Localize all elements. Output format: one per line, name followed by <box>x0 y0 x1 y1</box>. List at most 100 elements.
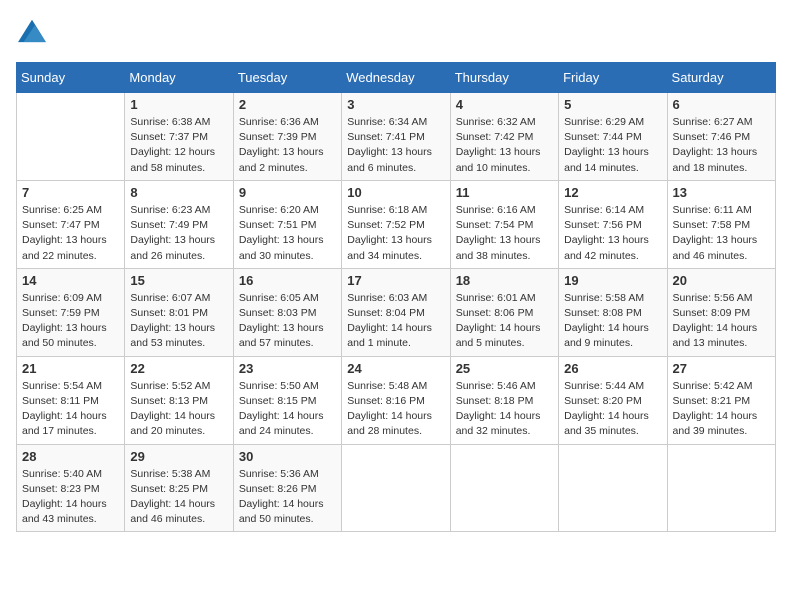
day-number: 14 <box>22 273 119 288</box>
calendar-cell: 7 Sunrise: 6:25 AMSunset: 7:47 PMDaylight… <box>17 180 125 268</box>
day-info: Sunrise: 6:34 AMSunset: 7:41 PMDaylight:… <box>347 115 444 176</box>
calendar-cell: 29 Sunrise: 5:38 AMSunset: 8:25 PMDayligh… <box>125 444 233 532</box>
calendar-cell: 17 Sunrise: 6:03 AMSunset: 8:04 PMDayligh… <box>342 268 450 356</box>
day-info: Sunrise: 6:14 AMSunset: 7:56 PMDaylight:… <box>564 203 661 264</box>
day-number: 27 <box>673 361 770 376</box>
calendar-cell: 18Sunrise: 6:01 AMSunset: 8:06 PMDayligh… <box>450 268 558 356</box>
calendar-cell: 5 Sunrise: 6:29 AMSunset: 7:44 PMDaylight… <box>559 93 667 181</box>
day-number: 11 <box>456 185 553 200</box>
day-info: Sunrise: 5:42 AMSunset: 8:21 PMDaylight:… <box>673 379 770 440</box>
day-number: 5 <box>564 97 661 112</box>
page-header <box>16 16 776 50</box>
day-number: 9 <box>239 185 336 200</box>
day-number: 26 <box>564 361 661 376</box>
col-header-wednesday: Wednesday <box>342 63 450 93</box>
calendar-cell <box>17 93 125 181</box>
day-info: Sunrise: 5:52 AMSunset: 8:13 PMDaylight:… <box>130 379 227 440</box>
calendar-row-3: 14 Sunrise: 6:09 AMSunset: 7:59 PMDayligh… <box>17 268 776 356</box>
calendar-cell: 23 Sunrise: 5:50 AMSunset: 8:15 PMDayligh… <box>233 356 341 444</box>
day-number: 18 <box>456 273 553 288</box>
day-info: Sunrise: 6:36 AMSunset: 7:39 PMDaylight:… <box>239 115 336 176</box>
calendar-cell: 28 Sunrise: 5:40 AMSunset: 8:23 PMDayligh… <box>17 444 125 532</box>
calendar-cell <box>667 444 775 532</box>
calendar-header: SundayMondayTuesdayWednesdayThursdayFrid… <box>17 63 776 93</box>
day-number: 30 <box>239 449 336 464</box>
calendar-cell: 10 Sunrise: 6:18 AMSunset: 7:52 PMDayligh… <box>342 180 450 268</box>
calendar-cell: 6Sunrise: 6:27 AMSunset: 7:46 PMDaylight… <box>667 93 775 181</box>
calendar-cell: 9 Sunrise: 6:20 AMSunset: 7:51 PMDaylight… <box>233 180 341 268</box>
day-number: 28 <box>22 449 119 464</box>
day-info: Sunrise: 6:05 AMSunset: 8:03 PMDaylight:… <box>239 291 336 352</box>
day-number: 4 <box>456 97 553 112</box>
col-header-monday: Monday <box>125 63 233 93</box>
calendar-cell: 1 Sunrise: 6:38 AMSunset: 7:37 PMDaylight… <box>125 93 233 181</box>
calendar-cell: 21 Sunrise: 5:54 AMSunset: 8:11 PMDayligh… <box>17 356 125 444</box>
col-header-tuesday: Tuesday <box>233 63 341 93</box>
header-row: SundayMondayTuesdayWednesdayThursdayFrid… <box>17 63 776 93</box>
calendar-body: 1 Sunrise: 6:38 AMSunset: 7:37 PMDaylight… <box>17 93 776 532</box>
calendar-cell: 12Sunrise: 6:14 AMSunset: 7:56 PMDayligh… <box>559 180 667 268</box>
day-info: Sunrise: 6:23 AMSunset: 7:49 PMDaylight:… <box>130 203 227 264</box>
calendar-cell: 8 Sunrise: 6:23 AMSunset: 7:49 PMDaylight… <box>125 180 233 268</box>
day-number: 3 <box>347 97 444 112</box>
day-number: 7 <box>22 185 119 200</box>
calendar-table: SundayMondayTuesdayWednesdayThursdayFrid… <box>16 62 776 532</box>
col-header-saturday: Saturday <box>667 63 775 93</box>
day-info: Sunrise: 6:18 AMSunset: 7:52 PMDaylight:… <box>347 203 444 264</box>
calendar-cell <box>342 444 450 532</box>
day-info: Sunrise: 6:20 AMSunset: 7:51 PMDaylight:… <box>239 203 336 264</box>
day-number: 29 <box>130 449 227 464</box>
day-info: Sunrise: 6:09 AMSunset: 7:59 PMDaylight:… <box>22 291 119 352</box>
day-number: 8 <box>130 185 227 200</box>
day-info: Sunrise: 5:36 AMSunset: 8:26 PMDaylight:… <box>239 467 336 528</box>
calendar-cell: 2 Sunrise: 6:36 AMSunset: 7:39 PMDaylight… <box>233 93 341 181</box>
day-number: 6 <box>673 97 770 112</box>
day-number: 13 <box>673 185 770 200</box>
day-number: 2 <box>239 97 336 112</box>
col-header-sunday: Sunday <box>17 63 125 93</box>
calendar-cell: 30 Sunrise: 5:36 AMSunset: 8:26 PMDayligh… <box>233 444 341 532</box>
day-number: 19 <box>564 273 661 288</box>
calendar-cell: 14 Sunrise: 6:09 AMSunset: 7:59 PMDayligh… <box>17 268 125 356</box>
col-header-thursday: Thursday <box>450 63 558 93</box>
calendar-cell: 26 Sunrise: 5:44 AMSunset: 8:20 PMDayligh… <box>559 356 667 444</box>
day-info: Sunrise: 6:25 AMSunset: 7:47 PMDaylight:… <box>22 203 119 264</box>
calendar-cell: 13Sunrise: 6:11 AMSunset: 7:58 PMDayligh… <box>667 180 775 268</box>
day-info: Sunrise: 5:46 AMSunset: 8:18 PMDaylight:… <box>456 379 553 440</box>
day-info: Sunrise: 5:40 AMSunset: 8:23 PMDaylight:… <box>22 467 119 528</box>
day-number: 20 <box>673 273 770 288</box>
day-number: 15 <box>130 273 227 288</box>
calendar-cell <box>559 444 667 532</box>
logo-icon <box>18 16 46 44</box>
day-info: Sunrise: 6:38 AMSunset: 7:37 PMDaylight:… <box>130 115 227 176</box>
logo <box>16 16 46 50</box>
calendar-cell: 15Sunrise: 6:07 AMSunset: 8:01 PMDayligh… <box>125 268 233 356</box>
day-number: 10 <box>347 185 444 200</box>
day-number: 17 <box>347 273 444 288</box>
day-info: Sunrise: 6:29 AMSunset: 7:44 PMDaylight:… <box>564 115 661 176</box>
day-number: 23 <box>239 361 336 376</box>
day-info: Sunrise: 5:38 AMSunset: 8:25 PMDaylight:… <box>130 467 227 528</box>
day-info: Sunrise: 6:03 AMSunset: 8:04 PMDaylight:… <box>347 291 444 352</box>
day-number: 1 <box>130 97 227 112</box>
day-number: 24 <box>347 361 444 376</box>
day-number: 25 <box>456 361 553 376</box>
day-info: Sunrise: 5:58 AMSunset: 8:08 PMDaylight:… <box>564 291 661 352</box>
day-number: 21 <box>22 361 119 376</box>
day-number: 22 <box>130 361 227 376</box>
calendar-cell: 4 Sunrise: 6:32 AMSunset: 7:42 PMDaylight… <box>450 93 558 181</box>
calendar-cell <box>450 444 558 532</box>
day-info: Sunrise: 5:50 AMSunset: 8:15 PMDaylight:… <box>239 379 336 440</box>
day-info: Sunrise: 5:44 AMSunset: 8:20 PMDaylight:… <box>564 379 661 440</box>
calendar-cell: 27 Sunrise: 5:42 AMSunset: 8:21 PMDayligh… <box>667 356 775 444</box>
calendar-cell: 19 Sunrise: 5:58 AMSunset: 8:08 PMDayligh… <box>559 268 667 356</box>
day-info: Sunrise: 6:32 AMSunset: 7:42 PMDaylight:… <box>456 115 553 176</box>
calendar-cell: 16 Sunrise: 6:05 AMSunset: 8:03 PMDayligh… <box>233 268 341 356</box>
calendar-cell: 25 Sunrise: 5:46 AMSunset: 8:18 PMDayligh… <box>450 356 558 444</box>
calendar-row-4: 21 Sunrise: 5:54 AMSunset: 8:11 PMDayligh… <box>17 356 776 444</box>
calendar-row-2: 7 Sunrise: 6:25 AMSunset: 7:47 PMDaylight… <box>17 180 776 268</box>
day-info: Sunrise: 5:54 AMSunset: 8:11 PMDaylight:… <box>22 379 119 440</box>
day-number: 16 <box>239 273 336 288</box>
calendar-cell: 11Sunrise: 6:16 AMSunset: 7:54 PMDayligh… <box>450 180 558 268</box>
day-info: Sunrise: 5:56 AMSunset: 8:09 PMDaylight:… <box>673 291 770 352</box>
